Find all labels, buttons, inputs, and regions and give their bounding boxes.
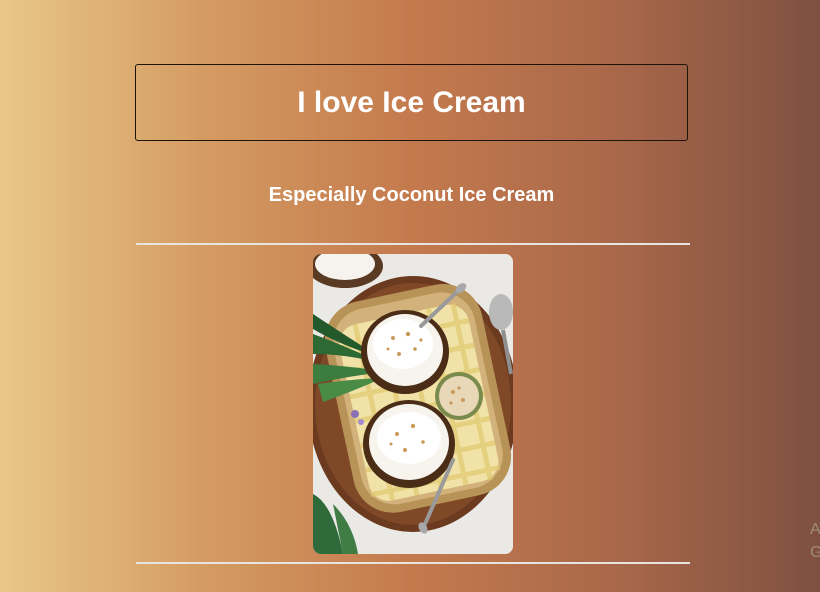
top-divider <box>136 243 690 245</box>
bottom-divider <box>136 562 690 564</box>
coconut-ice-cream-photo <box>313 254 513 554</box>
page-subtitle: Especially Coconut Ice Cream <box>268 184 555 206</box>
photo-illustration <box>313 254 513 554</box>
activation-watermark: A G <box>810 518 820 564</box>
watermark-line-1: A <box>810 521 820 538</box>
page-title: I love Ice Cream <box>297 85 526 119</box>
title-box: I love Ice Cream <box>135 64 688 141</box>
watermark-line-2: G <box>810 544 820 561</box>
